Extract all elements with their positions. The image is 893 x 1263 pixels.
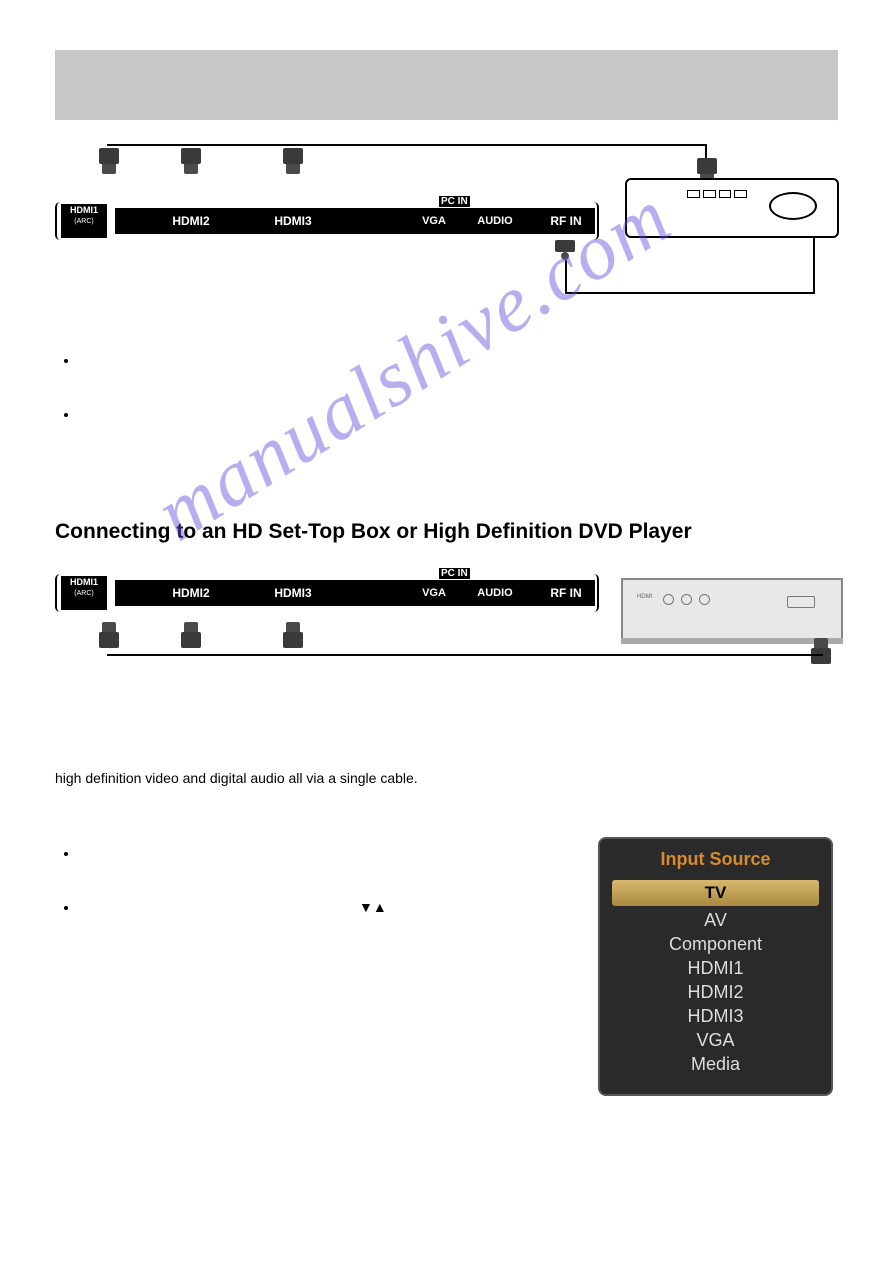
hdmi-plug-icon — [283, 148, 303, 176]
port-hdmi1-label: HDMI1 — [70, 577, 98, 587]
hdmi-plug-icon — [181, 148, 201, 176]
connection-diagram-antenna: HDMI1 (ARC) HDMI2 HDMI3 PC IN VGA AUDIO … — [55, 148, 838, 328]
cable-line — [565, 292, 815, 294]
port-vga: VGA — [411, 580, 457, 606]
osd-item-selected[interactable]: TV — [612, 880, 819, 906]
port-hdmi1: HDMI1 (ARC) — [61, 576, 107, 610]
bullet-item — [79, 352, 838, 378]
port-audio: AUDIO — [467, 580, 523, 606]
port-audio: AUDIO — [467, 208, 523, 234]
cable-line — [107, 654, 823, 656]
osd-item[interactable]: HDMI1 — [612, 958, 819, 979]
hdmi-plug-icon — [99, 148, 119, 176]
osd-item[interactable]: Component — [612, 934, 819, 955]
bar-edge-left — [55, 202, 65, 240]
cable-line — [813, 236, 815, 294]
port-hdmi3: HDMI3 — [253, 208, 333, 234]
osd-item[interactable]: HDMI3 — [612, 1006, 819, 1027]
port-pcin-label: PC IN — [439, 568, 470, 579]
osd-item[interactable]: HDMI2 — [612, 982, 819, 1003]
hd-box-hdmi-label: HDMI — [637, 594, 652, 600]
port-hdmi1: HDMI1 (ARC) — [61, 204, 107, 238]
hdmi-plug-icon — [99, 622, 119, 650]
port-hdmi1-sub: (ARC) — [74, 590, 93, 597]
port-pcin-label: PC IN — [439, 196, 470, 207]
cable-line — [565, 260, 567, 292]
bullet-item — [79, 406, 838, 432]
section-heading-hdmi: Connecting to an HD Set-Top Box or High … — [55, 520, 838, 544]
body-paragraph: high definition video and digital audio … — [55, 768, 575, 789]
settop-box-illustration — [625, 178, 839, 238]
cable-line — [107, 144, 707, 146]
port-hdmi1-sub: (ARC) — [74, 218, 93, 225]
bar-edge-left — [55, 574, 65, 612]
port-hdmi3: HDMI3 — [253, 580, 333, 606]
port-vga: VGA — [411, 208, 457, 234]
hdmi-plug-icon — [283, 622, 303, 650]
port-hdmi2: HDMI2 — [151, 208, 231, 234]
osd-item[interactable]: Media — [612, 1054, 819, 1075]
hdmi-plug-icon — [181, 622, 201, 650]
port-hdmi2: HDMI2 — [151, 580, 231, 606]
bar-edge-right — [589, 574, 599, 612]
nav-arrows-icon: ▼▲ — [359, 899, 387, 915]
hdmi-plug-icon — [811, 638, 831, 666]
bar-edge-right — [589, 202, 599, 240]
connection-diagram-hdmi: HDMI1 (ARC) HDMI2 HDMI3 PC IN VGA AUDIO … — [55, 562, 838, 712]
osd-input-source-panel: Input Source TV AV Component HDMI1 HDMI2… — [598, 837, 833, 1096]
port-rfin: RF IN — [541, 580, 591, 606]
instruction-bullets-1 — [55, 352, 838, 432]
port-hdmi1-label: HDMI1 — [70, 205, 98, 215]
osd-item[interactable]: AV — [612, 910, 819, 931]
hd-dvd-box-illustration: HDMI — [621, 578, 843, 640]
header-band — [55, 50, 838, 120]
osd-item[interactable]: VGA — [612, 1030, 819, 1051]
osd-title: Input Source — [612, 849, 819, 870]
port-rfin: RF IN — [541, 208, 591, 234]
